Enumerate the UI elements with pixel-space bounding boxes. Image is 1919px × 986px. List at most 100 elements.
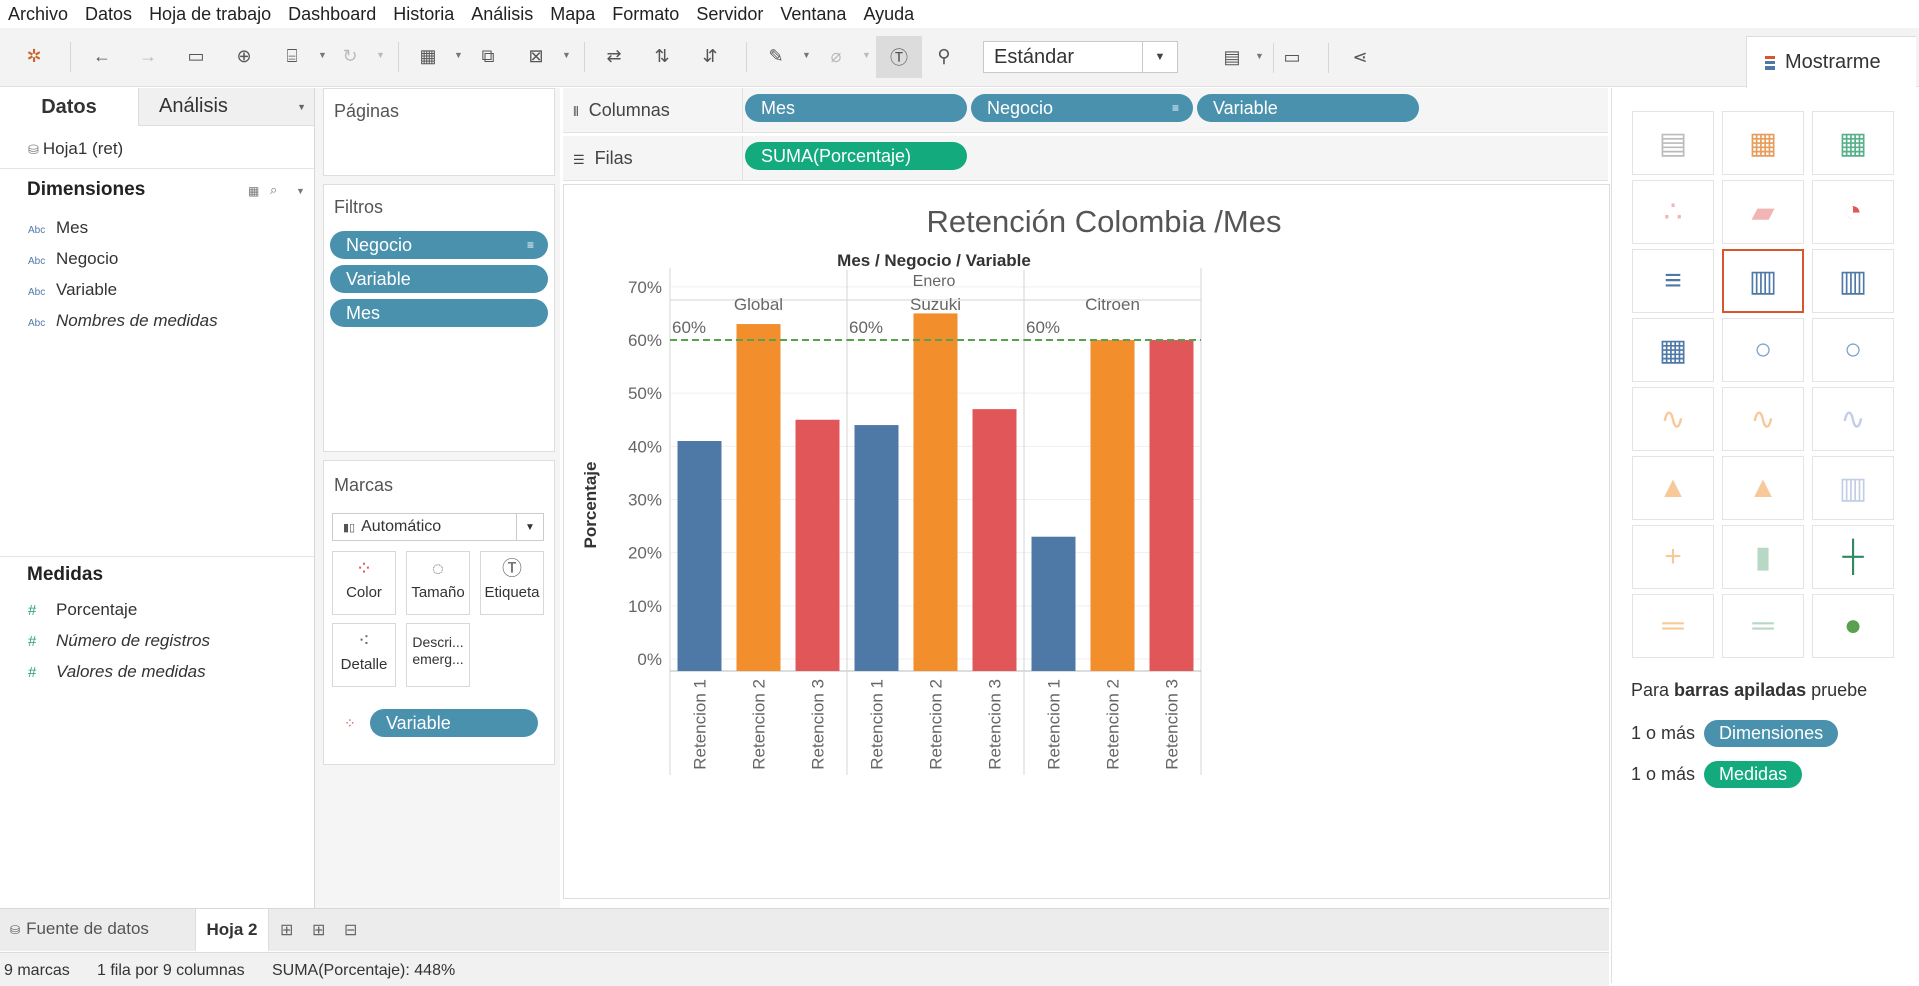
highlight-icon[interactable]: ✎ bbox=[764, 44, 788, 68]
sort-ascending-icon[interactable]: ⇅ bbox=[650, 44, 674, 68]
chevron-down-icon[interactable]: ▼ bbox=[862, 50, 871, 60]
chevron-down-icon[interactable]: ▼ bbox=[376, 50, 385, 60]
show-me-highlight-table[interactable]: ▦ bbox=[1812, 111, 1894, 175]
show-me-circle-view[interactable]: ○ bbox=[1722, 318, 1804, 382]
show-me-tab[interactable]: Mostrarme bbox=[1746, 36, 1916, 88]
pause-updates-icon[interactable]: ⌸ bbox=[280, 44, 304, 68]
show-me-text-table[interactable]: ▤ bbox=[1632, 111, 1714, 175]
menu-mapa[interactable]: Mapa bbox=[542, 4, 604, 25]
show-me-box-whisker[interactable]: ┼ bbox=[1812, 525, 1894, 589]
new-worksheet-icon[interactable]: ⊞ bbox=[280, 920, 293, 940]
color-pill-variable[interactable]: Variable bbox=[370, 709, 538, 737]
menu-datos[interactable]: Datos bbox=[77, 4, 141, 25]
show-me-stacked-bars[interactable]: ▥ bbox=[1722, 249, 1804, 313]
show-me-bullet-graph[interactable]: ═ bbox=[1722, 594, 1804, 658]
show-me-pie-chart[interactable]: ◔ bbox=[1812, 180, 1894, 244]
dimension-negocio[interactable]: Abc Negocio bbox=[28, 249, 118, 269]
datasource-tab[interactable]: ⛁ Fuente de datos bbox=[10, 919, 149, 939]
show-me-dual-lines[interactable]: ∿ bbox=[1812, 387, 1894, 451]
show-me-histogram[interactable]: ▮ bbox=[1722, 525, 1804, 589]
detail-button[interactable]: ⁖ Detalle bbox=[332, 623, 396, 687]
column-pill-mes[interactable]: Mes bbox=[745, 94, 967, 122]
chevron-down-icon[interactable]: ▼ bbox=[562, 50, 571, 60]
share-icon[interactable]: ⋖ bbox=[1348, 45, 1372, 69]
show-me-packed-bubbles[interactable]: ● bbox=[1812, 594, 1894, 658]
search-icon[interactable]: ⌕ bbox=[270, 182, 277, 198]
menu-ventana[interactable]: Ventana bbox=[772, 4, 855, 25]
undo-icon[interactable]: ← bbox=[90, 44, 114, 68]
menu-ayuda[interactable]: Ayuda bbox=[855, 4, 923, 25]
filter-pill-mes[interactable]: Mes bbox=[330, 299, 548, 327]
menu-dashboard[interactable]: Dashboard bbox=[280, 4, 385, 25]
color-button[interactable]: ⁘ Color bbox=[332, 551, 396, 615]
show-me-symbol-map[interactable]: ∴ bbox=[1632, 180, 1714, 244]
show-me-heat-map[interactable]: ▦ bbox=[1722, 111, 1804, 175]
menu-historia[interactable]: Historia bbox=[385, 4, 463, 25]
chevron-down-icon[interactable]: ▼ bbox=[454, 50, 463, 60]
label-button[interactable]: Ⓣ Etiqueta bbox=[480, 551, 544, 615]
column-pill-negocio[interactable]: Negocio ≡ bbox=[971, 94, 1193, 122]
show-me-gantt-chart[interactable]: ═ bbox=[1632, 594, 1714, 658]
sort-descending-icon[interactable]: ⇵ bbox=[698, 44, 722, 68]
rows-shelf[interactable]: ☰ Filas SUMA(Porcentaje) bbox=[563, 136, 1608, 181]
cards-icon[interactable]: ▤ bbox=[1220, 45, 1244, 69]
new-story-icon[interactable]: ⊟ bbox=[344, 920, 357, 940]
menu-formato[interactable]: Formato bbox=[604, 4, 688, 25]
chevron-down-icon[interactable]: ▼ bbox=[296, 186, 305, 196]
size-button[interactable]: ◌ Tamaño bbox=[406, 551, 470, 615]
redo-icon[interactable]: → bbox=[136, 44, 160, 68]
row-pill-suma-porcentaje[interactable]: SUMA(Porcentaje) bbox=[745, 142, 967, 170]
show-me-side-by-side-bars[interactable]: ▥ bbox=[1812, 249, 1894, 313]
show-mark-labels-icon[interactable]: Ⓣ bbox=[876, 36, 922, 78]
dimension-variable[interactable]: Abc Variable bbox=[28, 280, 117, 300]
tab-analisis[interactable]: Análisis ▼ bbox=[138, 88, 314, 126]
show-me-lines-continuous[interactable]: ∿ bbox=[1632, 387, 1714, 451]
measure-porcentaje[interactable]: # Porcentaje bbox=[28, 600, 137, 620]
menu-hoja-de-trabajo[interactable]: Hoja de trabajo bbox=[141, 4, 280, 25]
clear-sheet-icon[interactable]: ⊠ bbox=[524, 44, 548, 68]
show-me-lines-discrete[interactable]: ∿ bbox=[1722, 387, 1804, 451]
datasource-item[interactable]: ⛁ Hoja1 (ret) bbox=[28, 139, 123, 159]
tab-datos[interactable]: Datos bbox=[0, 88, 138, 126]
menu-analisis[interactable]: Análisis bbox=[463, 4, 542, 25]
show-me-dual-combination[interactable]: ▥ bbox=[1812, 456, 1894, 520]
show-me-area-discrete[interactable]: ▲ bbox=[1722, 456, 1804, 520]
filters-card[interactable]: Filtros Negocio ≡ Variable Mes bbox=[323, 184, 555, 452]
tooltip-button[interactable]: Descri... emerg... bbox=[406, 623, 470, 687]
save-icon[interactable]: ▭ bbox=[184, 44, 208, 68]
chevron-down-icon[interactable]: ▼ bbox=[1255, 51, 1264, 61]
column-pill-variable[interactable]: Variable bbox=[1197, 94, 1419, 122]
dimension-mes[interactable]: Abc Mes bbox=[28, 218, 88, 238]
show-me-side-by-side-circles[interactable]: ○ bbox=[1812, 318, 1894, 382]
duplicate-sheet-icon[interactable]: ⧉ bbox=[476, 44, 500, 68]
show-me-area-continuous[interactable]: ▲ bbox=[1632, 456, 1714, 520]
new-datasource-icon[interactable]: ⊕ bbox=[232, 44, 256, 68]
chevron-down-icon[interactable]: ▼ bbox=[802, 50, 811, 60]
measure-numero-de-registros[interactable]: # Número de registros bbox=[28, 631, 210, 651]
filter-pill-negocio[interactable]: Negocio ≡ bbox=[330, 231, 548, 259]
refresh-icon[interactable]: ↻ bbox=[338, 44, 362, 68]
show-me-scatter-plot[interactable]: + bbox=[1632, 525, 1714, 589]
presentation-mode-icon[interactable]: ▭ bbox=[1280, 45, 1304, 69]
menu-servidor[interactable]: Servidor bbox=[688, 4, 772, 25]
sheet-tab-hoja-2[interactable]: Hoja 2 bbox=[195, 909, 269, 951]
group-members-icon[interactable]: ⌀ bbox=[824, 44, 848, 68]
pages-card[interactable]: Páginas bbox=[323, 88, 555, 176]
fix-axes-icon[interactable]: ⚲ bbox=[932, 44, 956, 68]
swap-rows-columns-icon[interactable]: ⇄ bbox=[602, 44, 626, 68]
show-me-horizontal-bars[interactable]: ≡ bbox=[1632, 249, 1714, 313]
view-toggle-icon[interactable]: ▦ bbox=[248, 184, 259, 198]
show-me-filled-map[interactable]: ▰ bbox=[1722, 180, 1804, 244]
chevron-down-icon[interactable]: ▼ bbox=[318, 50, 327, 60]
show-me-treemap[interactable]: ▦ bbox=[1632, 318, 1714, 382]
fit-select[interactable]: Estándar ▼ bbox=[983, 41, 1178, 73]
new-dashboard-icon[interactable]: ⊞ bbox=[312, 920, 325, 940]
tableau-logo-icon[interactable]: ✲ bbox=[22, 44, 46, 68]
dimension-nombres-de-medidas[interactable]: Abc Nombres de medidas bbox=[28, 311, 218, 331]
new-worksheet-icon[interactable]: ▦ bbox=[416, 44, 440, 68]
mark-type-select[interactable]: ▮▯ Automático ▼ bbox=[332, 513, 544, 541]
filter-pill-variable[interactable]: Variable bbox=[330, 265, 548, 293]
columns-shelf[interactable]: ⦀ Columnas Mes Negocio ≡ Variable bbox=[563, 88, 1608, 133]
menu-archivo[interactable]: Archivo bbox=[0, 4, 77, 25]
measure-valores-de-medidas[interactable]: # Valores de medidas bbox=[28, 662, 206, 682]
